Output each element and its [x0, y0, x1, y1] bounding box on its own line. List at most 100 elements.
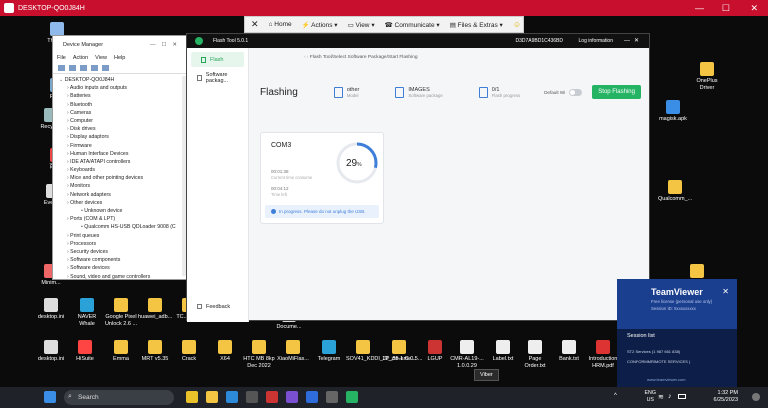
tree-item[interactable]: › IDE ATA/ATAPI controllers	[59, 158, 187, 166]
menu-action[interactable]: Action	[73, 55, 88, 61]
desktop-icon[interactable]: HTC MB 8kp Dec 2022	[242, 340, 276, 370]
teamviewer-close-icon[interactable]: ✕	[722, 287, 729, 296]
tree-item[interactable]: › Keyboards	[59, 166, 187, 174]
tree-item[interactable]: › Sound, video and game controllers	[59, 273, 187, 281]
session-row-2[interactable]: CONFORMMRIMOTE SERVICES (	[627, 359, 690, 364]
tree-item[interactable]: › Ports (COM & LPT)	[59, 215, 187, 223]
communicate-menu[interactable]: ☎ Communicate ▾	[385, 21, 440, 29]
tree-item[interactable]: › Computer	[59, 117, 187, 125]
remote-icon[interactable]	[266, 391, 278, 403]
tree-item[interactable]: › Human Interface Devices	[59, 150, 187, 158]
edge-icon[interactable]	[226, 391, 238, 403]
emoji-icon[interactable]: ☺	[513, 20, 521, 29]
desktop-icon[interactable]: NAVER Whale	[70, 298, 104, 328]
desktop-icon[interactable]: Qualcomm_...	[658, 180, 692, 203]
tree-item[interactable]: › Disk drives	[59, 125, 187, 133]
tree-item[interactable]: › Firmware	[59, 142, 187, 150]
view-menu[interactable]: ▭ View ▾	[348, 21, 375, 29]
actions-menu[interactable]: ⚡ Actions ▾	[302, 21, 338, 29]
desktop-icon[interactable]: huawei_adb...	[138, 298, 172, 321]
tree-item[interactable]: › Network adapters	[59, 191, 187, 199]
tree-item[interactable]: › Cameras	[59, 109, 187, 117]
menu-file[interactable]: File	[57, 55, 66, 61]
windows-start-icon[interactable]	[44, 391, 56, 403]
tree-item[interactable]: ⌄ DESKTOP-QO0J84H	[59, 76, 187, 84]
desktop-icon[interactable]: OnePlus Driver	[690, 62, 724, 92]
tree-item[interactable]: › Processors	[59, 240, 187, 248]
tray-overflow-icon[interactable]: ^	[614, 393, 617, 399]
back-icon[interactable]	[58, 65, 65, 71]
tree-item[interactable]: › Bluetooth	[59, 101, 187, 109]
stop-flashing-button[interactable]: Stop Flashing	[592, 85, 641, 99]
desktop-icon[interactable]: Bank.txt	[552, 340, 586, 363]
close-session-icon[interactable]: ✕	[251, 19, 259, 30]
desktop-icon[interactable]: Label.txt	[486, 340, 520, 363]
store-icon[interactable]	[246, 391, 258, 403]
desktop-icon[interactable]: LGUP	[418, 340, 452, 363]
taskbar-clock[interactable]: 1:32 PM 6/25/2023	[714, 390, 738, 404]
desktop-icon[interactable]: Google Pixel Unlock 2.6 ...	[104, 298, 138, 328]
nav-feedback[interactable]: Feedback	[187, 299, 230, 314]
session-row-1[interactable]: ST2 Services (1 987 661 838)	[627, 349, 680, 354]
desktop-icon[interactable]: CMR-AL19-... 1.0.0.29	[450, 340, 484, 370]
viber-icon[interactable]	[286, 391, 298, 403]
desktop-icon[interactable]: desktop.ini	[34, 298, 68, 321]
tree-item[interactable]: › Other devices	[59, 199, 187, 207]
flash-window-controls[interactable]: —✕	[624, 37, 643, 44]
nav-software[interactable]: Software packag...	[187, 70, 248, 85]
menu-help[interactable]: Help	[114, 55, 125, 61]
user-label[interactable]: D3D7A9BD1C436BD	[515, 38, 563, 44]
chrome-icon[interactable]	[186, 391, 198, 403]
help-icon[interactable]	[91, 65, 98, 71]
wifi-icon[interactable]: ≋	[658, 393, 664, 401]
forward-icon[interactable]	[69, 65, 76, 71]
desktop-icon[interactable]: Telegram	[312, 340, 346, 363]
desktop-icon[interactable]: 12_zte-eme...	[382, 340, 416, 363]
desktop-icon[interactable]: XiaoMiFlas...	[276, 340, 310, 363]
teamviewer-icon[interactable]	[306, 391, 318, 403]
log-info-link[interactable]: Log information	[579, 38, 613, 44]
tree-item[interactable]: › Audio inputs and outputs	[59, 84, 187, 92]
nav-flash[interactable]: Flash	[191, 52, 244, 67]
desktop-icon[interactable]: Introduction HRM.pdf	[586, 340, 620, 370]
desktop-icon[interactable]: X64	[208, 340, 242, 363]
close-button[interactable]: ✕	[750, 3, 758, 13]
tree-item[interactable]: ▪ Qualcomm HS-USB QDLoader 9008 (C	[59, 223, 187, 231]
tree-item[interactable]: › Security devices	[59, 248, 187, 256]
desktop-icon[interactable]: SOV41_KDDI_JP_55.1.C.0.5...	[346, 340, 422, 363]
teamviewer-link[interactable]: www.teamviewer.com	[647, 377, 685, 382]
flash-icon[interactable]	[346, 391, 358, 403]
tree-item[interactable]: › Mice and other pointing devices	[59, 174, 187, 182]
tree-item[interactable]: › Display adaptors	[59, 133, 187, 141]
desktop-icon[interactable]: Emma	[104, 340, 138, 363]
terminal-icon[interactable]	[326, 391, 338, 403]
nav-feedback-label: Feedback	[206, 303, 231, 310]
desktop-icon[interactable]: Page Order.txt	[518, 340, 552, 370]
desktop-icon[interactable]: desktop.ini	[34, 340, 68, 363]
battery-icon[interactable]	[678, 394, 686, 399]
tree-item[interactable]: ▪ Unknown device	[59, 207, 187, 215]
minimize-button[interactable]: —	[695, 3, 704, 13]
desktop-icon[interactable]: MRT v5.35	[138, 340, 172, 363]
files-menu[interactable]: ▤ Files & Extras ▾	[450, 21, 503, 29]
desktop-icon[interactable]: magisk.apk	[656, 100, 690, 123]
scan-icon[interactable]	[102, 65, 109, 71]
tree-item[interactable]: › Print queues	[59, 232, 187, 240]
tree-item[interactable]: › Monitors	[59, 182, 187, 190]
tree-item[interactable]: › Batteries	[59, 92, 187, 100]
properties-icon[interactable]	[80, 65, 87, 71]
menu-view[interactable]: View	[95, 55, 107, 61]
taskbar-search[interactable]: ⌕ Search	[64, 390, 174, 405]
notification-icon[interactable]	[752, 393, 760, 401]
home-tab[interactable]: ⌂ Home	[269, 21, 292, 28]
tree-item[interactable]: › Software components	[59, 256, 187, 264]
default-wi-toggle[interactable]	[569, 88, 583, 96]
tree-item[interactable]: › Software devices	[59, 264, 187, 272]
desktop-icon[interactable]: HiSuite	[68, 340, 102, 363]
maximize-button[interactable]: ☐	[722, 3, 730, 13]
volume-icon[interactable]: ♪	[668, 393, 672, 400]
devmgr-window-controls[interactable]: —☐✕	[150, 42, 183, 48]
desktop-icon[interactable]: Crack	[172, 340, 206, 363]
language-indicator[interactable]: ENG US	[645, 390, 656, 404]
folder-icon[interactable]	[206, 391, 218, 403]
